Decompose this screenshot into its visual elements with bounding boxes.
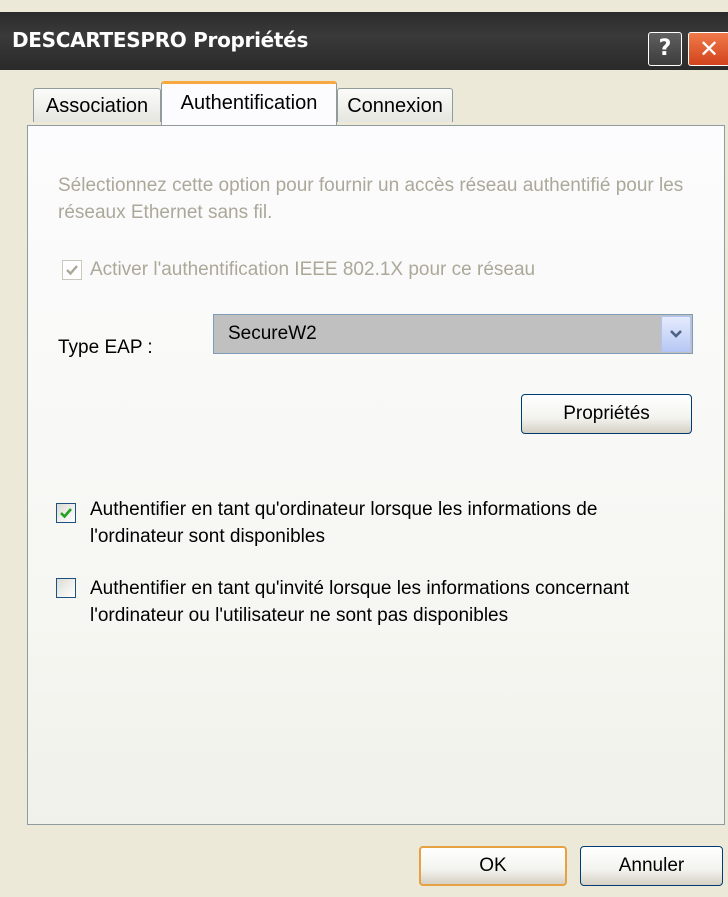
computer-auth-label-line2: l'ordinateur sont disponibles (90, 526, 325, 547)
tab-panel (27, 125, 725, 825)
tab-association[interactable]: Association (33, 88, 161, 122)
checkmark-icon (66, 265, 78, 276)
guest-auth-label-line1: Authentifier en tant qu'invité lorsque l… (90, 578, 630, 599)
checkmark-icon (60, 508, 72, 519)
eap-properties-button[interactable]: Propriétés (521, 394, 692, 434)
eap-type-select[interactable]: SecureW2 (213, 314, 693, 354)
ieee-8021x-label: Activer l'authentification IEEE 802.1X p… (90, 259, 536, 280)
computer-auth-checkbox[interactable] (56, 503, 76, 523)
ieee-8021x-checkbox (62, 260, 82, 280)
chevron-down-icon (670, 330, 682, 338)
close-icon: ✕ (698, 35, 720, 63)
dropdown-button[interactable] (661, 316, 691, 352)
window-title: DESCARTESPRO Propriétés (12, 28, 309, 52)
tab-connexion[interactable]: Connexion (337, 88, 453, 122)
help-button[interactable]: ? (648, 32, 682, 66)
cancel-button[interactable]: Annuler (580, 846, 723, 886)
tab-strip: Association Authentification Connexion (0, 78, 728, 128)
ok-button[interactable]: OK (419, 846, 567, 886)
tab-authentification[interactable]: Authentification (161, 81, 337, 125)
properties-dialog: DESCARTESPRO Propriétés ? ✕ Association … (0, 0, 728, 897)
guest-auth-label-line2: l'ordinateur ou l'utilisateur ne sont pa… (90, 605, 509, 626)
close-button[interactable]: ✕ (688, 32, 728, 66)
title-bar[interactable]: DESCARTESPRO Propriétés ? ✕ (0, 12, 728, 70)
computer-auth-label-line1: Authentifier en tant qu'ordinateur lorsq… (90, 499, 598, 520)
eap-type-value: SecureW2 (228, 323, 317, 344)
description-text: Sélectionnez cette option pour fournir u… (58, 175, 684, 223)
guest-auth-checkbox[interactable] (56, 578, 76, 598)
eap-type-label: Type EAP : (58, 337, 153, 358)
